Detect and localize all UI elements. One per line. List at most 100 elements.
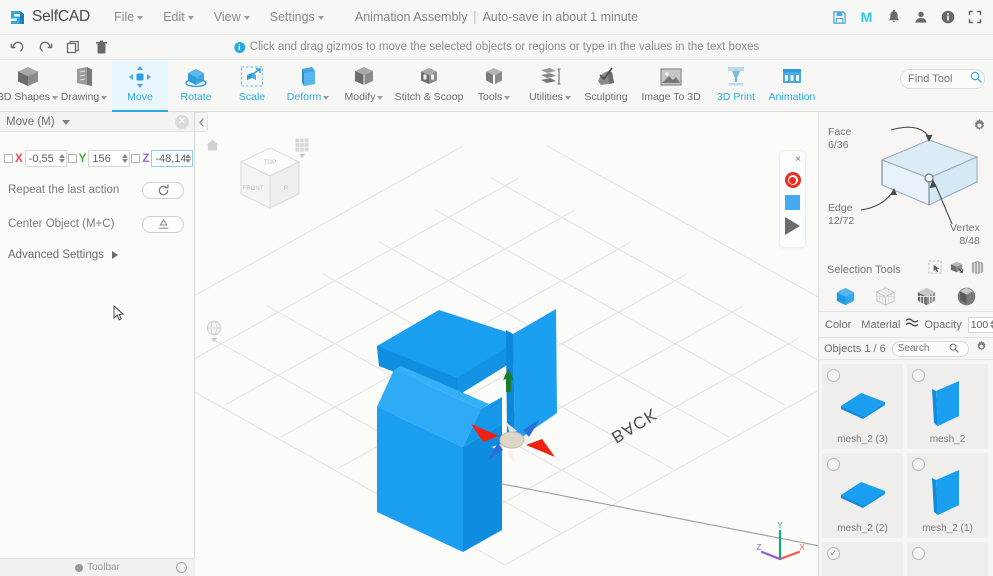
tool-modify[interactable]: Modify <box>336 60 392 112</box>
object-select-radio[interactable] <box>912 547 925 560</box>
perspective-ortho-icon[interactable] <box>206 320 222 342</box>
tool-scale[interactable]: Scale <box>224 60 280 112</box>
edge-mode-icon[interactable] <box>913 285 939 308</box>
object-thumbnail-upright <box>907 376 988 431</box>
axis-z-input[interactable] <box>155 152 186 165</box>
tool-utilities[interactable]: Utilities <box>522 60 578 112</box>
object-name: mesh_2 <box>929 434 966 445</box>
copy-icon[interactable] <box>60 36 86 58</box>
object-card-0[interactable]: mesh_2 (3) <box>822 364 903 449</box>
magic-m-icon[interactable]: M <box>854 5 879 30</box>
find-tool-input[interactable] <box>908 73 966 85</box>
object-card-4[interactable] <box>822 542 903 576</box>
axis-x-field[interactable] <box>24 150 67 167</box>
center-object-button[interactable] <box>142 215 184 233</box>
tool-stitch-scoop[interactable]: Stitch & Scoop <box>392 60 466 112</box>
3d-viewport[interactable]: TOP FRONT R × BACK Y X Z <box>195 112 818 576</box>
user-account-icon[interactable] <box>908 5 933 30</box>
spinner-up-icon[interactable] <box>185 154 192 158</box>
find-tool-search[interactable] <box>900 69 985 89</box>
spinner-up-icon[interactable] <box>58 154 65 158</box>
axis-y-input[interactable] <box>92 152 123 165</box>
object-select-radio[interactable] <box>827 547 840 560</box>
opacity-field[interactable] <box>967 316 993 333</box>
toolbar-settings-icon[interactable] <box>176 562 187 573</box>
save-icon[interactable] <box>827 5 852 30</box>
stop-button[interactable] <box>785 195 800 210</box>
search-icon[interactable] <box>970 70 982 88</box>
delete-icon[interactable] <box>88 36 114 58</box>
axis-y-field[interactable] <box>88 150 131 167</box>
spinner-down-icon[interactable] <box>58 159 65 163</box>
animation-icon <box>779 63 805 90</box>
fullscreen-icon[interactable] <box>962 5 987 30</box>
tool-move[interactable]: Move <box>112 60 168 112</box>
record-button[interactable] <box>784 172 801 188</box>
spinner-z[interactable] <box>185 154 192 163</box>
play-button[interactable] <box>785 217 800 235</box>
advanced-settings-toggle[interactable]: Advanced Settings <box>0 249 194 261</box>
chevron-down-icon[interactable] <box>61 120 70 125</box>
menu-edit[interactable]: Edit <box>153 6 204 28</box>
grid-settings-icon[interactable] <box>295 138 309 158</box>
tool-sculpting[interactable]: Sculpting <box>578 60 634 112</box>
info-icon[interactable] <box>935 5 960 30</box>
menu-view[interactable]: View <box>204 6 260 28</box>
object-card-5[interactable] <box>907 542 988 576</box>
spinner-down-icon[interactable] <box>185 159 192 163</box>
axis-z-checkbox[interactable] <box>131 154 141 163</box>
repeat-last-action-button[interactable] <box>142 181 184 199</box>
object-card-2[interactable]: mesh_2 (2) <box>822 453 903 538</box>
rectangle-select-icon[interactable] <box>928 260 943 280</box>
tool-rotate[interactable]: Rotate <box>168 60 224 112</box>
bottom-toolbar-strip[interactable]: Toolbar <box>0 558 195 576</box>
material-icon[interactable] <box>905 316 919 334</box>
face-mode-icon[interactable] <box>954 285 980 308</box>
tool-drawing[interactable]: Drawing <box>56 60 112 112</box>
search-icon[interactable] <box>949 340 959 358</box>
objects-search-input[interactable] <box>897 343 946 354</box>
tool-image-to-3d[interactable]: Image To 3D <box>634 60 708 112</box>
axis-z-field[interactable] <box>151 150 194 167</box>
objects-settings-gear-icon[interactable] <box>975 340 988 358</box>
axis-x-input[interactable] <box>28 152 59 165</box>
chevron-down-icon <box>564 96 571 100</box>
close-animation-panel-icon[interactable]: × <box>795 155 801 165</box>
tool-3d-shapes[interactable]: 3D Shapes <box>0 60 58 112</box>
close-icon[interactable]: ✕ <box>175 114 189 129</box>
menu-file[interactable]: File <box>104 6 153 28</box>
axis-x-checkbox[interactable] <box>4 154 13 163</box>
tool-label: Sculpting <box>584 91 628 103</box>
spinner-up-icon[interactable] <box>122 154 129 158</box>
tool-tools[interactable]: Tools <box>466 60 522 112</box>
chevron-down-icon <box>299 154 305 158</box>
face-count: 6/36 <box>828 139 849 152</box>
tool-deform[interactable]: Deform <box>280 60 336 112</box>
opacity-input[interactable] <box>970 318 990 331</box>
object-mode-icon[interactable] <box>832 285 858 308</box>
lasso-select-icon[interactable] <box>970 260 985 280</box>
notifications-bell-icon[interactable] <box>881 5 906 30</box>
home-view-icon[interactable] <box>205 138 220 152</box>
objects-search[interactable] <box>891 340 969 358</box>
gear-icon[interactable] <box>972 118 987 138</box>
tool-animation[interactable]: Animation <box>764 60 820 112</box>
menu-settings[interactable]: Settings <box>260 6 334 28</box>
object-card-1[interactable]: mesh_2 <box>907 364 988 449</box>
app-logo[interactable]: SelfCAD <box>0 8 90 27</box>
spinner-down-icon[interactable] <box>122 159 129 163</box>
stitch-scoop-icon <box>416 63 442 90</box>
spinner-y[interactable] <box>122 154 129 163</box>
document-title[interactable]: Animation Assembly <box>355 10 468 24</box>
object-card-3[interactable]: mesh_2 (1) <box>907 453 988 538</box>
tool-3d-print[interactable]: 3D Print <box>708 60 764 112</box>
collapse-panel-button[interactable] <box>195 112 208 132</box>
axis-y-checkbox[interactable] <box>67 154 77 163</box>
vertex-mode-icon[interactable] <box>873 285 899 308</box>
properties-panel: Face 6/36 Edge 12/72 Vertex 8/48 Selecti… <box>818 112 993 576</box>
redo-icon[interactable] <box>32 36 58 58</box>
undo-icon[interactable] <box>4 36 30 58</box>
spinner-x[interactable] <box>58 154 65 163</box>
quick-action-icons <box>0 36 114 58</box>
box-select-icon[interactable] <box>949 260 964 280</box>
